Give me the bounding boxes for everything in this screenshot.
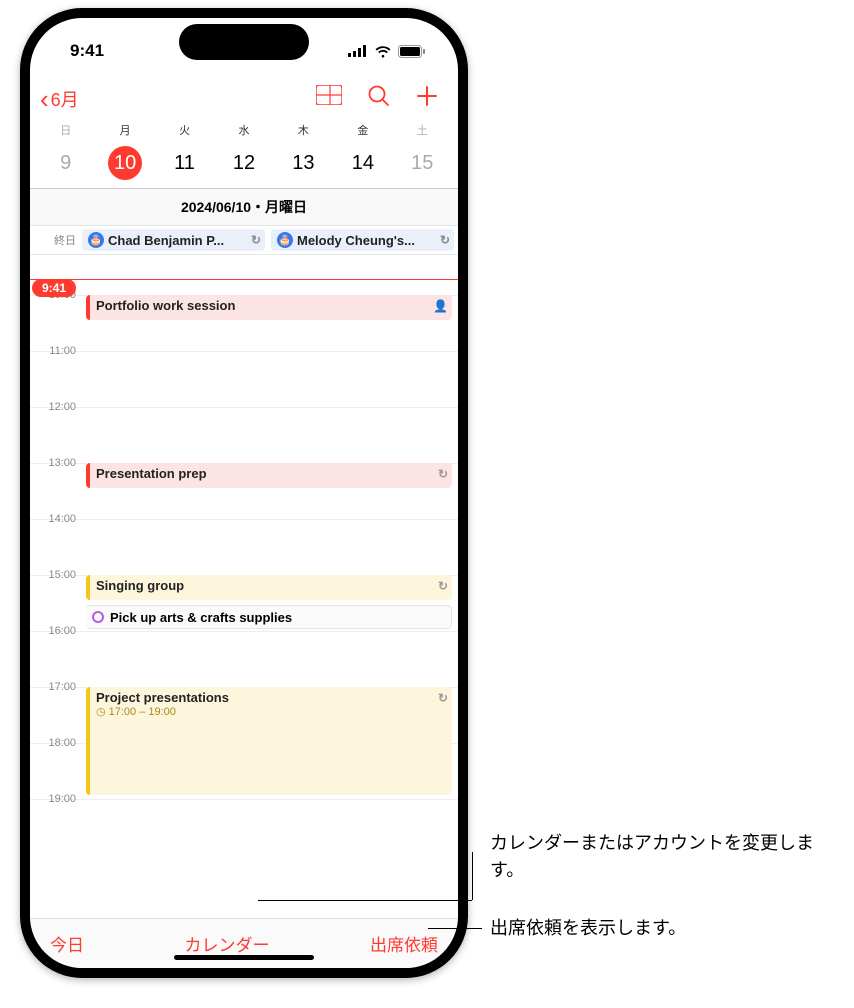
hour-label: 15:00	[34, 569, 76, 581]
callout-line-2	[428, 928, 482, 929]
event-singing[interactable]: Singing group ↻	[86, 575, 452, 600]
reminder-ring-icon	[92, 611, 104, 623]
allday-row: 終日 🎂 Chad Benjamin P... ↻ 🎂 Melody Cheun…	[30, 226, 458, 255]
birthday-icon: 🎂	[88, 232, 104, 248]
repeat-icon: ↻	[438, 467, 448, 481]
hour-label: 14:00	[34, 513, 76, 525]
day-thu[interactable]: 木 13	[274, 120, 333, 188]
timeline[interactable]: 9:41 10:00 11:00 12:00 13:00 14:00 15:00…	[30, 255, 458, 918]
battery-icon	[398, 45, 426, 58]
hour-label: 19:00	[34, 793, 76, 805]
search-icon[interactable]	[368, 85, 390, 113]
event-prep[interactable]: Presentation prep ↻	[86, 463, 452, 488]
allday-event-1-text: Chad Benjamin P...	[108, 233, 224, 248]
home-indicator[interactable]	[174, 955, 314, 960]
hour-label: 16:00	[34, 625, 76, 637]
cellular-icon	[348, 45, 368, 57]
event-project[interactable]: Project presentations ↻ ◷ 17:00 – 19:00	[86, 687, 452, 795]
clock-icon: ◷	[96, 705, 106, 718]
inbox-button[interactable]: 出席依頼	[370, 931, 438, 956]
toolbar: 今日 カレンダー 出席依頼	[30, 918, 458, 968]
day-tue[interactable]: 火 11	[155, 120, 214, 188]
day-sun[interactable]: 日 9	[36, 120, 95, 188]
callout-inbox: 出席依頼を表示します。	[490, 915, 686, 942]
phone-frame: 9:41 ‹ 6月	[20, 8, 468, 978]
hour-label: 13:00	[34, 457, 76, 469]
repeat-icon: ↻	[438, 691, 448, 705]
birthday-icon: 🎂	[277, 232, 293, 248]
nav-bar: ‹ 6月	[30, 78, 458, 120]
day-wed[interactable]: 水 12	[214, 120, 273, 188]
day-sat[interactable]: 土 15	[393, 120, 452, 188]
allday-event-1[interactable]: 🎂 Chad Benjamin P... ↻	[82, 229, 265, 251]
list-view-icon[interactable]	[316, 85, 342, 113]
calendars-button[interactable]: カレンダー	[185, 931, 270, 956]
repeat-icon: ↻	[440, 233, 450, 247]
back-button[interactable]: ‹ 6月	[40, 84, 79, 115]
allday-event-2-text: Melody Cheung's...	[297, 233, 415, 248]
hour-label: 18:00	[34, 737, 76, 749]
callout-calendars: カレンダーまたはアカウントを変更します。	[490, 830, 830, 884]
date-header: 2024/06/10・月曜日	[30, 189, 458, 226]
event-pickup[interactable]: Pick up arts & crafts supplies	[86, 605, 452, 629]
chevron-left-icon: ‹	[40, 84, 49, 115]
callout-line-1	[258, 900, 472, 901]
wifi-icon	[374, 45, 392, 58]
allday-label: 終日	[34, 232, 76, 248]
repeat-icon: ↻	[251, 233, 261, 247]
now-badge: 9:41	[32, 279, 76, 297]
today-button[interactable]: 今日	[50, 931, 84, 956]
repeat-icon: ↻	[438, 579, 448, 593]
people-icon: 👤	[433, 299, 448, 313]
week-header: 日 9 月 10 火 11 水 12 木 13 金 14	[30, 120, 458, 189]
now-indicator	[30, 279, 458, 280]
status-time: 9:41	[70, 41, 104, 61]
allday-event-2[interactable]: 🎂 Melody Cheung's... ↻	[271, 229, 454, 251]
screen: 9:41 ‹ 6月	[30, 18, 458, 968]
add-icon[interactable]	[416, 85, 438, 113]
hour-label: 11:00	[34, 345, 76, 357]
callout-line-1b	[472, 852, 473, 900]
day-mon[interactable]: 月 10	[95, 120, 154, 188]
day-fri[interactable]: 金 14	[333, 120, 392, 188]
hour-label: 17:00	[34, 681, 76, 693]
event-portfolio[interactable]: Portfolio work session 👤	[86, 295, 452, 320]
event-project-sub: ◷ 17:00 – 19:00	[96, 705, 446, 718]
dynamic-island	[179, 24, 309, 60]
back-label: 6月	[51, 86, 79, 112]
hour-label: 12:00	[34, 401, 76, 413]
